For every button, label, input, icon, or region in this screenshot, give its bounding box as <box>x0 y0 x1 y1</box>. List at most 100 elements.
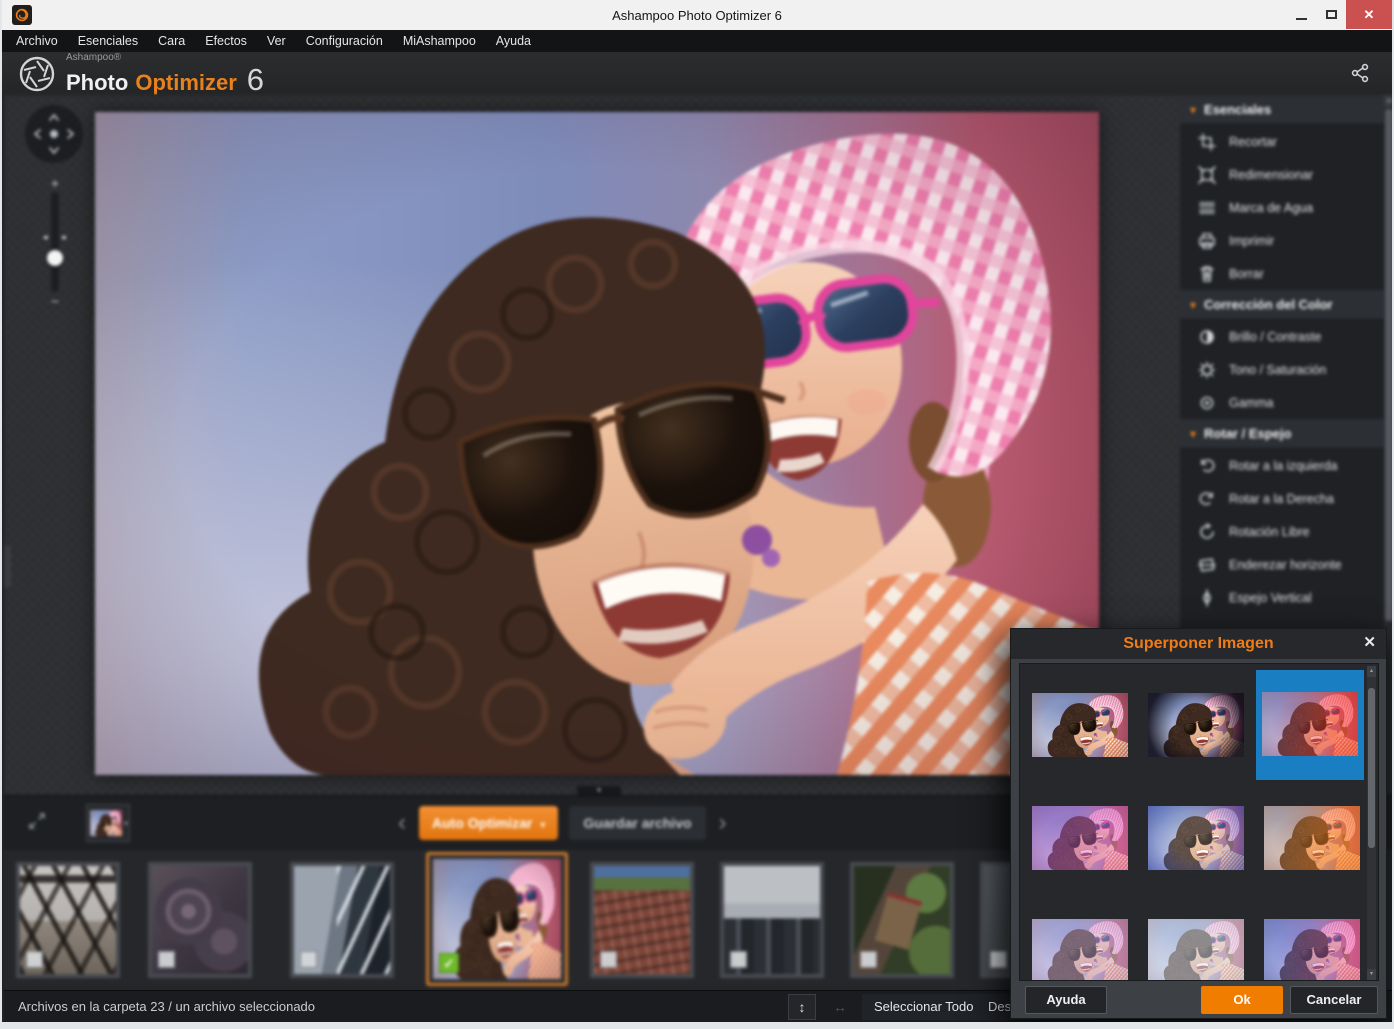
scroll-up-icon[interactable]: ▴ <box>1384 95 1394 107</box>
filmstrip-thumb-machinery[interactable] <box>148 862 252 978</box>
pan-left-icon <box>35 130 40 138</box>
brand-product: Photo <box>66 72 128 94</box>
sidebar-item-rotar-izquierda[interactable]: Rotar a la izquierda <box>1180 449 1384 482</box>
maximize-button[interactable] <box>1316 0 1346 29</box>
scroll-down-icon[interactable]: ▾ <box>1367 969 1376 980</box>
overlay-variant-grid: ▴ ▾ <box>1019 663 1379 981</box>
sidebar-item-tono-saturacion[interactable]: Tono / Saturación <box>1180 353 1384 386</box>
filmstrip-thumb-brick-wall[interactable] <box>590 862 694 978</box>
print-icon <box>1198 232 1220 250</box>
thumb-checkbox[interactable] <box>860 951 877 968</box>
thumb-checkbox[interactable] <box>600 951 617 968</box>
app-header: Ashampoo® Photo Optimizer 6 <box>2 52 1392 95</box>
free-rotate-icon <box>1198 523 1220 541</box>
photo-canvas <box>95 112 1099 775</box>
menu-ayuda[interactable]: Ayuda <box>486 30 541 52</box>
pan-navigator[interactable] <box>25 105 83 163</box>
sidebar-item-marca-de-agua[interactable]: Marca de Agua <box>1180 191 1384 224</box>
sidebar-item-recortar[interactable]: Recortar <box>1180 125 1384 158</box>
section-caret-icon: ▾ <box>1190 298 1196 312</box>
thumb-checkbox[interactable] <box>300 951 317 968</box>
status-text: Archivos en la carpeta 23 / un archivo s… <box>18 999 315 1014</box>
zoom-handle[interactable] <box>47 250 63 266</box>
variant-pale-blue[interactable] <box>1148 919 1244 981</box>
next-image-button[interactable]: › <box>717 806 729 840</box>
sidebar-item-rotacion-libre[interactable]: Rotación Libre <box>1180 515 1384 548</box>
menu-ver[interactable]: Ver <box>257 30 296 52</box>
menu-configuracion[interactable]: Configuración <box>296 30 393 52</box>
sidebar-item-imprimir[interactable]: Imprimir <box>1180 224 1384 257</box>
dialog-ok-button[interactable]: Ok <box>1201 986 1283 1014</box>
thumb-checkbox[interactable] <box>990 951 1007 968</box>
section-rotar-espejo[interactable]: ▾ Rotar / Espejo <box>1180 419 1384 449</box>
variant-selected-highlight <box>1256 670 1364 780</box>
filmstrip-thumb-selected[interactable]: ✓ <box>426 852 568 986</box>
menu-esenciales[interactable]: Esenciales <box>68 30 148 52</box>
sidebar-item-enderezar-horizonte[interactable]: Enderezar horizonte <box>1180 548 1384 581</box>
title-bar: Ashampoo Photo Optimizer 6 ✕ <box>2 0 1392 30</box>
dialog-close-icon[interactable]: ✕ <box>1363 633 1376 651</box>
auto-optimize-dropdown-icon[interactable]: ▾ <box>540 820 545 831</box>
zoom-out-button[interactable]: − <box>40 295 70 307</box>
auto-optimize-button[interactable]: Auto Optimizar▾ <box>419 806 558 840</box>
section-esenciales[interactable]: ▾ Esenciales <box>1180 95 1384 125</box>
sidebar-item-espejo-vertical[interactable]: Espejo Vertical <box>1180 581 1384 614</box>
close-button[interactable]: ✕ <box>1346 0 1392 29</box>
variant-original[interactable] <box>1032 693 1128 757</box>
section-correccion-color[interactable]: ▾ Corrección del Color <box>1180 290 1384 320</box>
compare-preview-button[interactable]: ▾ <box>86 804 130 842</box>
menu-miashampoo[interactable]: MiAshampoo <box>393 30 486 52</box>
sidebar-item-redimensionar[interactable]: Redimensionar <box>1180 158 1384 191</box>
zoom-slider: + − <box>40 177 70 307</box>
thumb-checkbox[interactable] <box>730 951 747 968</box>
variant-warm-red-selected[interactable] <box>1262 692 1358 756</box>
pan-down-icon <box>50 148 58 153</box>
sidebar-item-borrar[interactable]: Borrar <box>1180 257 1384 290</box>
thumb-checkbox[interactable] <box>158 951 175 968</box>
variant-orange-warm[interactable] <box>1264 806 1360 870</box>
filmstrip-thumb-pier[interactable] <box>290 862 394 978</box>
minimize-button[interactable] <box>1286 0 1316 29</box>
fullscreen-icon[interactable] <box>28 812 46 835</box>
reorder-leftright-icon: ↔ <box>826 994 854 1020</box>
zoom-tick-marks <box>44 236 66 239</box>
zoom-in-button[interactable]: + <box>40 177 70 189</box>
dialog-help-button[interactable]: Ayuda <box>1025 986 1107 1014</box>
variant-purple-pink[interactable] <box>1032 806 1128 870</box>
pan-right-icon <box>68 130 73 138</box>
sidebar-item-gamma[interactable]: Gamma <box>1180 386 1384 419</box>
scroll-up-icon[interactable]: ▴ <box>1367 666 1376 677</box>
dialog-scrollbar[interactable]: ▴ ▾ <box>1367 666 1376 980</box>
menu-cara[interactable]: Cara <box>148 30 195 52</box>
variant-dark-frame[interactable] <box>1148 693 1244 757</box>
zoom-track[interactable] <box>51 192 59 292</box>
filmstrip-thumb-bridge[interactable] <box>16 862 120 978</box>
filmstrip-thumb-city-skyline[interactable] <box>720 862 824 978</box>
thumb-checkbox[interactable] <box>26 951 43 968</box>
reorder-updown-button[interactable]: ↕ <box>788 994 816 1020</box>
sidebar-scroll-thumb[interactable] <box>1385 109 1393 621</box>
thumb-checkbox-checked[interactable]: ✓ <box>439 953 459 973</box>
sidebar-item-rotar-derecha[interactable]: Rotar a la Derecha <box>1180 482 1384 515</box>
filmstrip-thumb-birdhouse[interactable] <box>850 862 954 978</box>
dialog-cancel-button[interactable]: Cancelar <box>1290 986 1378 1014</box>
previous-image-button[interactable]: ‹ <box>396 806 408 840</box>
variant-lavender[interactable] <box>1032 919 1128 981</box>
variant-blue-pink[interactable] <box>1264 919 1360 981</box>
left-panel-handle[interactable] <box>4 545 11 587</box>
share-icon[interactable] <box>1350 63 1370 88</box>
dialog-scroll-thumb[interactable] <box>1368 688 1375 848</box>
gamma-icon <box>1198 394 1220 412</box>
hue-saturation-icon <box>1198 361 1220 379</box>
brand-version: 6 <box>247 64 264 95</box>
save-file-button[interactable]: Guardar archivo <box>569 806 705 840</box>
menu-archivo[interactable]: Archivo <box>6 30 68 52</box>
section-caret-icon: ▾ <box>1190 103 1196 117</box>
sidebar-item-brillo-contraste[interactable]: Brillo / Contraste <box>1180 320 1384 353</box>
menu-efectos[interactable]: Efectos <box>195 30 257 52</box>
dialog-title-bar: Superponer Imagen ✕ <box>1011 629 1386 659</box>
select-all-button[interactable]: Seleccionar Todo <box>862 994 986 1020</box>
resize-icon <box>1198 166 1220 184</box>
preview-dropdown-icon[interactable]: ▾ <box>124 819 128 828</box>
variant-blue-vignette[interactable] <box>1148 806 1244 870</box>
